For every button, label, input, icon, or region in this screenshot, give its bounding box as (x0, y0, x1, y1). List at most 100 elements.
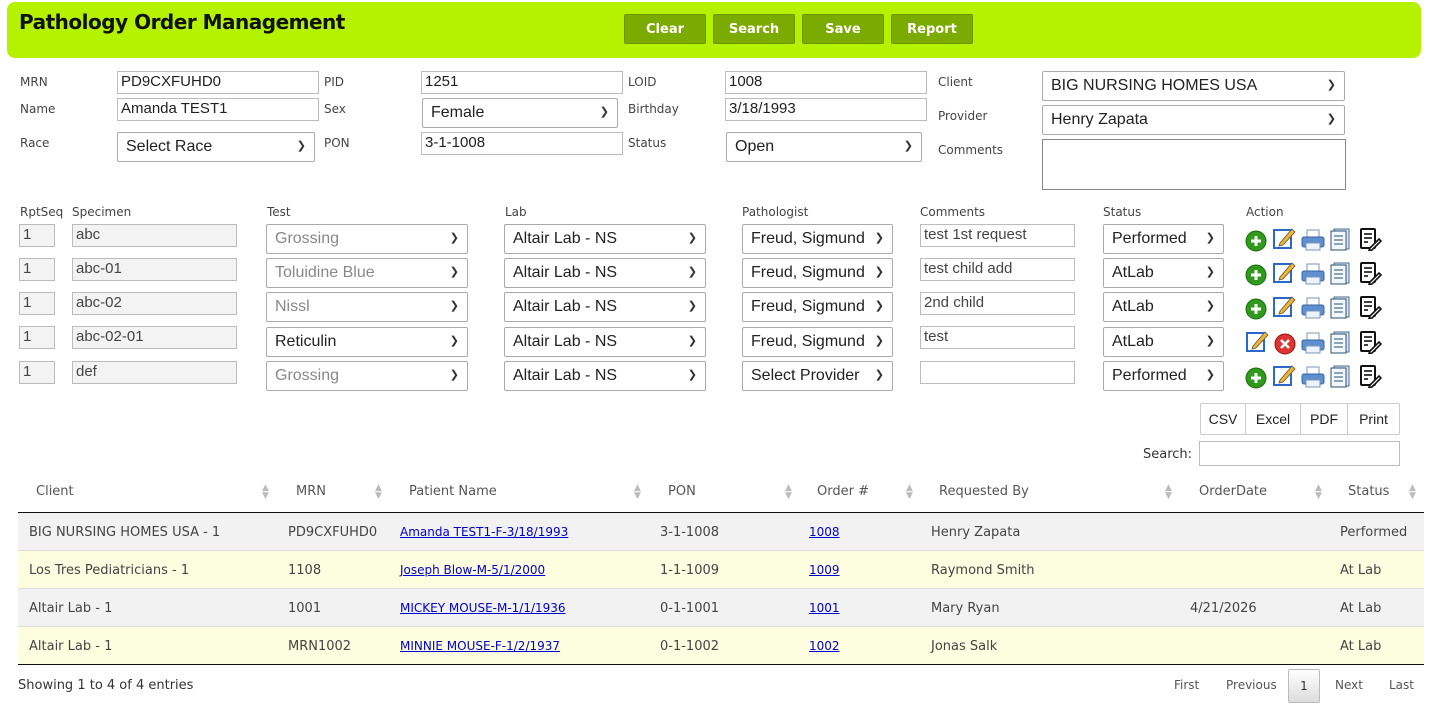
page-next[interactable]: Next (1335, 678, 1363, 692)
order-link[interactable]: 1009 (809, 563, 840, 577)
th-requested-by[interactable]: Requested By (939, 484, 1029, 499)
edit-icon[interactable] (1272, 260, 1296, 284)
order-link[interactable]: 1008 (809, 525, 840, 539)
comment-field[interactable]: 2nd child (920, 292, 1075, 315)
clear-button[interactable]: Clear (624, 14, 706, 44)
document-icon[interactable] (1329, 227, 1353, 251)
lab-select[interactable]: Altair Lab - NS ❯ (504, 258, 706, 288)
page-previous[interactable]: Previous (1226, 678, 1277, 692)
note-edit-icon[interactable] (1358, 330, 1382, 354)
print-button[interactable]: Print (1347, 403, 1400, 435)
edit-icon[interactable] (1272, 226, 1296, 250)
pid-field[interactable]: 1251 (421, 71, 623, 94)
lab-select[interactable]: Altair Lab - NS ❯ (504, 292, 706, 322)
specimen-field[interactable]: abc-01 (72, 258, 237, 281)
rptseq-field[interactable]: 1 (19, 224, 55, 247)
comment-field[interactable]: test (920, 326, 1075, 349)
th-order[interactable]: Order # (817, 484, 869, 499)
sort-icon[interactable]: ▲ ▼ (262, 484, 269, 501)
print-icon[interactable] (1301, 331, 1325, 355)
th-pon[interactable]: PON (668, 484, 696, 499)
status-select[interactable]: Open ❯ (726, 132, 922, 162)
specimen-field[interactable]: def (72, 361, 237, 384)
test-select[interactable]: Grossing ❯ (266, 224, 468, 254)
report-button[interactable]: Report (891, 14, 973, 44)
rptseq-field[interactable]: 1 (19, 292, 55, 315)
test-select[interactable]: Grossing ❯ (266, 361, 468, 391)
print-icon[interactable] (1301, 262, 1325, 286)
sort-icon[interactable]: ▲ ▼ (906, 484, 913, 501)
print-icon[interactable] (1301, 228, 1325, 252)
excel-button[interactable]: Excel (1245, 403, 1301, 435)
pon-field[interactable]: 3-1-1008 (421, 132, 623, 155)
lab-select[interactable]: Altair Lab - NS ❯ (504, 327, 706, 357)
document-icon[interactable] (1329, 364, 1353, 388)
status-select[interactable]: Performed ❯ (1103, 361, 1224, 391)
patient-link[interactable]: Joseph Blow-M-5/1/2000 (400, 563, 545, 577)
comment-field[interactable]: test child add (920, 258, 1075, 281)
sort-icon[interactable]: ▲ ▼ (634, 484, 641, 501)
client-select[interactable]: BIG NURSING HOMES USA ❯ (1042, 71, 1345, 101)
pathologist-select[interactable]: Freud, Sigmund ❯ (742, 292, 893, 322)
specimen-field[interactable]: abc-02-01 (72, 326, 237, 349)
page-last[interactable]: Last (1389, 678, 1414, 692)
edit-icon[interactable] (1272, 294, 1296, 318)
pdf-button[interactable]: PDF (1300, 403, 1348, 435)
mrn-field[interactable]: PD9CXFUHD0 (117, 71, 319, 94)
sort-icon[interactable]: ▲ ▼ (375, 484, 382, 501)
note-edit-icon[interactable] (1358, 261, 1382, 285)
csv-button[interactable]: CSV (1200, 403, 1246, 435)
test-select[interactable]: Reticulin ❯ (266, 327, 468, 357)
sex-select[interactable]: Female ❯ (422, 98, 618, 128)
pathologist-select[interactable]: Select Provider ❯ (742, 361, 893, 391)
status-select[interactable]: AtLab ❯ (1103, 327, 1224, 357)
th-orderdate[interactable]: OrderDate (1199, 484, 1267, 499)
document-icon[interactable] (1329, 261, 1353, 285)
pathologist-select[interactable]: Freud, Sigmund ❯ (742, 327, 893, 357)
sort-icon[interactable]: ▲ ▼ (785, 484, 792, 501)
edit-icon[interactable] (1245, 329, 1269, 353)
print-icon[interactable] (1301, 296, 1325, 320)
birthday-field[interactable]: 3/18/1993 (725, 98, 927, 121)
loid-field[interactable]: 1008 (725, 71, 927, 94)
lab-select[interactable]: Altair Lab - NS ❯ (504, 361, 706, 391)
document-icon[interactable] (1329, 295, 1353, 319)
save-button[interactable]: Save (802, 14, 884, 44)
page-current[interactable]: 1 (1288, 669, 1320, 703)
note-edit-icon[interactable] (1358, 295, 1382, 319)
status-select[interactable]: AtLab ❯ (1103, 258, 1224, 288)
add-icon[interactable] (1244, 228, 1268, 252)
print-icon[interactable] (1301, 365, 1325, 389)
search-button[interactable]: Search (713, 14, 795, 44)
provider-select[interactable]: Henry Zapata ❯ (1042, 105, 1345, 135)
rptseq-field[interactable]: 1 (19, 326, 55, 349)
th-mrn[interactable]: MRN (296, 484, 326, 499)
race-select[interactable]: Select Race ❯ (117, 132, 315, 162)
lab-select[interactable]: Altair Lab - NS ❯ (504, 224, 706, 254)
add-icon[interactable] (1244, 365, 1268, 389)
specimen-field[interactable]: abc (72, 224, 237, 247)
rptseq-field[interactable]: 1 (19, 258, 55, 281)
delete-icon[interactable] (1273, 331, 1297, 355)
patient-link[interactable]: MINNIE MOUSE-F-1/2/1937 (400, 639, 560, 653)
comment-field[interactable] (920, 361, 1075, 384)
note-edit-icon[interactable] (1358, 227, 1382, 251)
order-link[interactable]: 1001 (809, 601, 840, 615)
comment-field[interactable]: test 1st request (920, 224, 1075, 247)
th-client[interactable]: Client (36, 484, 74, 499)
rptseq-field[interactable]: 1 (19, 361, 55, 384)
page-first[interactable]: First (1174, 678, 1199, 692)
pathologist-select[interactable]: Freud, Sigmund ❯ (742, 258, 893, 288)
th-patient-name[interactable]: Patient Name (409, 484, 497, 499)
test-select[interactable]: Nissl ❯ (266, 292, 468, 322)
status-select[interactable]: AtLab ❯ (1103, 292, 1224, 322)
name-field[interactable]: Amanda TEST1 (117, 98, 319, 121)
specimen-field[interactable]: abc-02 (72, 292, 237, 315)
search-input[interactable] (1199, 441, 1400, 466)
patient-link[interactable]: Amanda TEST1-F-3/18/1993 (400, 525, 568, 539)
status-select[interactable]: Performed ❯ (1103, 224, 1224, 254)
pathologist-select[interactable]: Freud, Sigmund ❯ (742, 224, 893, 254)
order-link[interactable]: 1002 (809, 639, 840, 653)
sort-icon[interactable]: ▲ ▼ (1165, 484, 1172, 501)
add-icon[interactable] (1244, 296, 1268, 320)
